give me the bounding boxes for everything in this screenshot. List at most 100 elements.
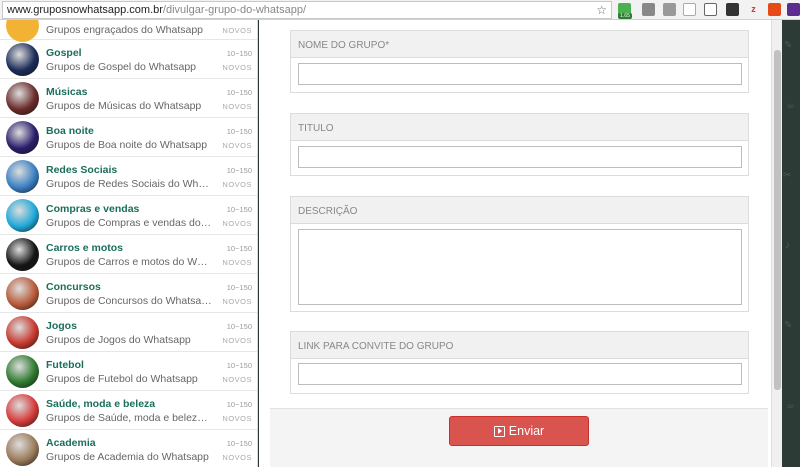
list-item[interactable]: Boa noite Grupos de Boa noite do Whatsapp… <box>0 118 257 157</box>
item-name: Saúde, moda e beleza <box>46 398 156 410</box>
title-input[interactable] <box>298 146 742 168</box>
member-range: 10~150 <box>226 244 252 253</box>
avatar <box>6 355 39 388</box>
member-range: 10~150 <box>226 166 252 175</box>
list-item[interactable]: Redes Sociais Grupos de Redes Sociais do … <box>0 157 257 196</box>
camera-extension-icon[interactable] <box>642 3 655 16</box>
browser-toolbar: www.gruposnowhatsapp.com.br/divulgar-gru… <box>0 0 800 20</box>
item-description: Grupos de Saúde, moda e beleza do Whatsa… <box>46 412 212 424</box>
avatar <box>6 199 39 232</box>
new-badge: NOVOS <box>222 453 252 462</box>
background-pattern: ✎ ☕ ✂ ♪ ✎ ☕ <box>782 20 800 467</box>
extension-badge: 1.65 <box>618 13 632 19</box>
new-badge: NOVOS <box>222 414 252 423</box>
new-badge: NOVOS <box>222 141 252 150</box>
avatar <box>6 316 39 349</box>
list-item[interactable]: Futebol Grupos de Futebol do Whatsapp 10~1… <box>0 352 257 391</box>
group-name-section: NOME DO GRUPO* <box>290 30 749 93</box>
group-category-list: Grupos engraçados do Whatsapp NOVOS Gosp… <box>0 20 258 467</box>
avatar <box>6 277 39 310</box>
item-name: Redes Sociais <box>46 164 118 176</box>
item-description: Grupos de Carros e motos do Whatsapp <box>46 256 212 268</box>
submit-group-form: NOME DO GRUPO* TITULO DESCRIÇÃO LINK PAR… <box>259 20 771 467</box>
list-item[interactable]: Gospel Grupos de Gospel do Whatsapp 10~150… <box>0 40 257 79</box>
scrollbar-thumb[interactable] <box>774 50 781 390</box>
item-name: Boa noite <box>46 125 94 137</box>
member-range: 10~150 <box>226 88 252 97</box>
list-item[interactable]: Concursos Grupos de Concursos do Whatsapp… <box>0 274 257 313</box>
bubble-extension-icon[interactable] <box>663 3 676 16</box>
avatar <box>6 121 39 154</box>
new-badge: NOVOS <box>222 102 252 111</box>
new-badge: NOVOS <box>222 180 252 189</box>
page-scrollbar[interactable] <box>771 20 782 467</box>
list-item[interactable]: Jogos Grupos de Jogos do Whatsapp 10~150 NO… <box>0 313 257 352</box>
new-badge: NOVOS <box>222 258 252 267</box>
list-item[interactable]: Carros e motos Grupos de Carros e motos d… <box>0 235 257 274</box>
form-footer: Enviar <box>270 408 768 467</box>
list-item[interactable]: Academia Grupos de Academia do Whatsapp 10… <box>0 430 257 467</box>
item-name: Músicas <box>46 86 88 98</box>
member-range: 10~150 <box>226 439 252 448</box>
new-badge: NOVOS <box>222 26 252 35</box>
member-range: 10~150 <box>226 322 252 331</box>
item-name: Concursos <box>46 281 101 293</box>
url-domain: www.gruposnowhatsapp.com.br <box>7 4 163 16</box>
avatar <box>6 433 39 466</box>
item-description: Grupos de Concursos do Whatsapp <box>46 295 212 307</box>
list-item[interactable]: Compras e vendas Grupos de Compras e vend… <box>0 196 257 235</box>
item-name: Gospel <box>46 47 82 59</box>
address-bar[interactable]: www.gruposnowhatsapp.com.br/divulgar-gru… <box>2 1 612 19</box>
description-textarea[interactable] <box>298 229 742 305</box>
send-button[interactable]: Enviar <box>449 416 589 446</box>
new-badge: NOVOS <box>222 219 252 228</box>
item-name: Jogos <box>46 320 77 332</box>
new-badge: NOVOS <box>222 375 252 384</box>
item-name: Carros e motos <box>46 242 124 254</box>
avatar <box>6 82 39 115</box>
z-extension-icon[interactable]: z <box>747 3 760 16</box>
avatar <box>6 394 39 427</box>
item-name: Futebol <box>46 359 84 371</box>
new-badge: NOVOS <box>222 336 252 345</box>
member-range: 10~150 <box>226 283 252 292</box>
member-range: 10~150 <box>226 361 252 370</box>
description-label: DESCRIÇÃO <box>291 197 748 224</box>
avatar <box>6 160 39 193</box>
group-name-label: NOME DO GRUPO* <box>291 31 748 58</box>
title-label: TITULO <box>291 114 748 141</box>
member-range: 10~150 <box>226 49 252 58</box>
office-extension-icon[interactable] <box>768 3 781 16</box>
item-description: Grupos engraçados do Whatsapp <box>46 24 204 36</box>
invite-link-section: LINK PARA CONVITE DO GRUPO <box>290 331 749 394</box>
list-item[interactable]: Músicas Grupos de Músicas do Whatsapp 10~1… <box>0 79 257 118</box>
send-button-label: Enviar <box>508 424 545 438</box>
invite-link-input[interactable] <box>298 363 742 385</box>
purple-extension-icon[interactable] <box>787 3 800 16</box>
item-description: Grupos de Academia do Whatsapp <box>46 451 209 463</box>
title-section: TITULO <box>290 113 749 176</box>
new-badge: NOVOS <box>222 297 252 306</box>
item-description: Grupos de Redes Sociais do Whatsapp <box>46 178 212 190</box>
item-description: Grupos de Gospel do Whatsapp <box>46 61 197 73</box>
avatar <box>6 20 39 42</box>
avatar <box>6 43 39 76</box>
group-name-input[interactable] <box>298 63 742 85</box>
smiley-extension-icon[interactable] <box>683 3 696 16</box>
new-badge: NOVOS <box>222 63 252 72</box>
list-item[interactable]: Saúde, moda e beleza Grupos de Saúde, mod… <box>0 391 257 430</box>
avatar <box>6 238 39 271</box>
item-description: Grupos de Boa noite do Whatsapp <box>46 139 208 151</box>
item-name: Compras e vendas <box>46 203 140 215</box>
cast-icon[interactable] <box>704 3 717 16</box>
member-range: 10~150 <box>226 127 252 136</box>
item-description: Grupos de Compras e vendas do Whatsapp <box>46 217 212 229</box>
bookmark-star-icon[interactable]: ☆ <box>596 3 607 17</box>
member-range: 10~150 <box>226 205 252 214</box>
shield-extension-icon[interactable] <box>726 3 739 16</box>
play-square-icon <box>493 425 505 437</box>
item-name: Academia <box>46 437 96 449</box>
member-range: 10~150 <box>226 400 252 409</box>
item-description: Grupos de Futebol do Whatsapp <box>46 373 198 385</box>
list-item[interactable]: Grupos engraçados do Whatsapp NOVOS <box>0 20 257 42</box>
